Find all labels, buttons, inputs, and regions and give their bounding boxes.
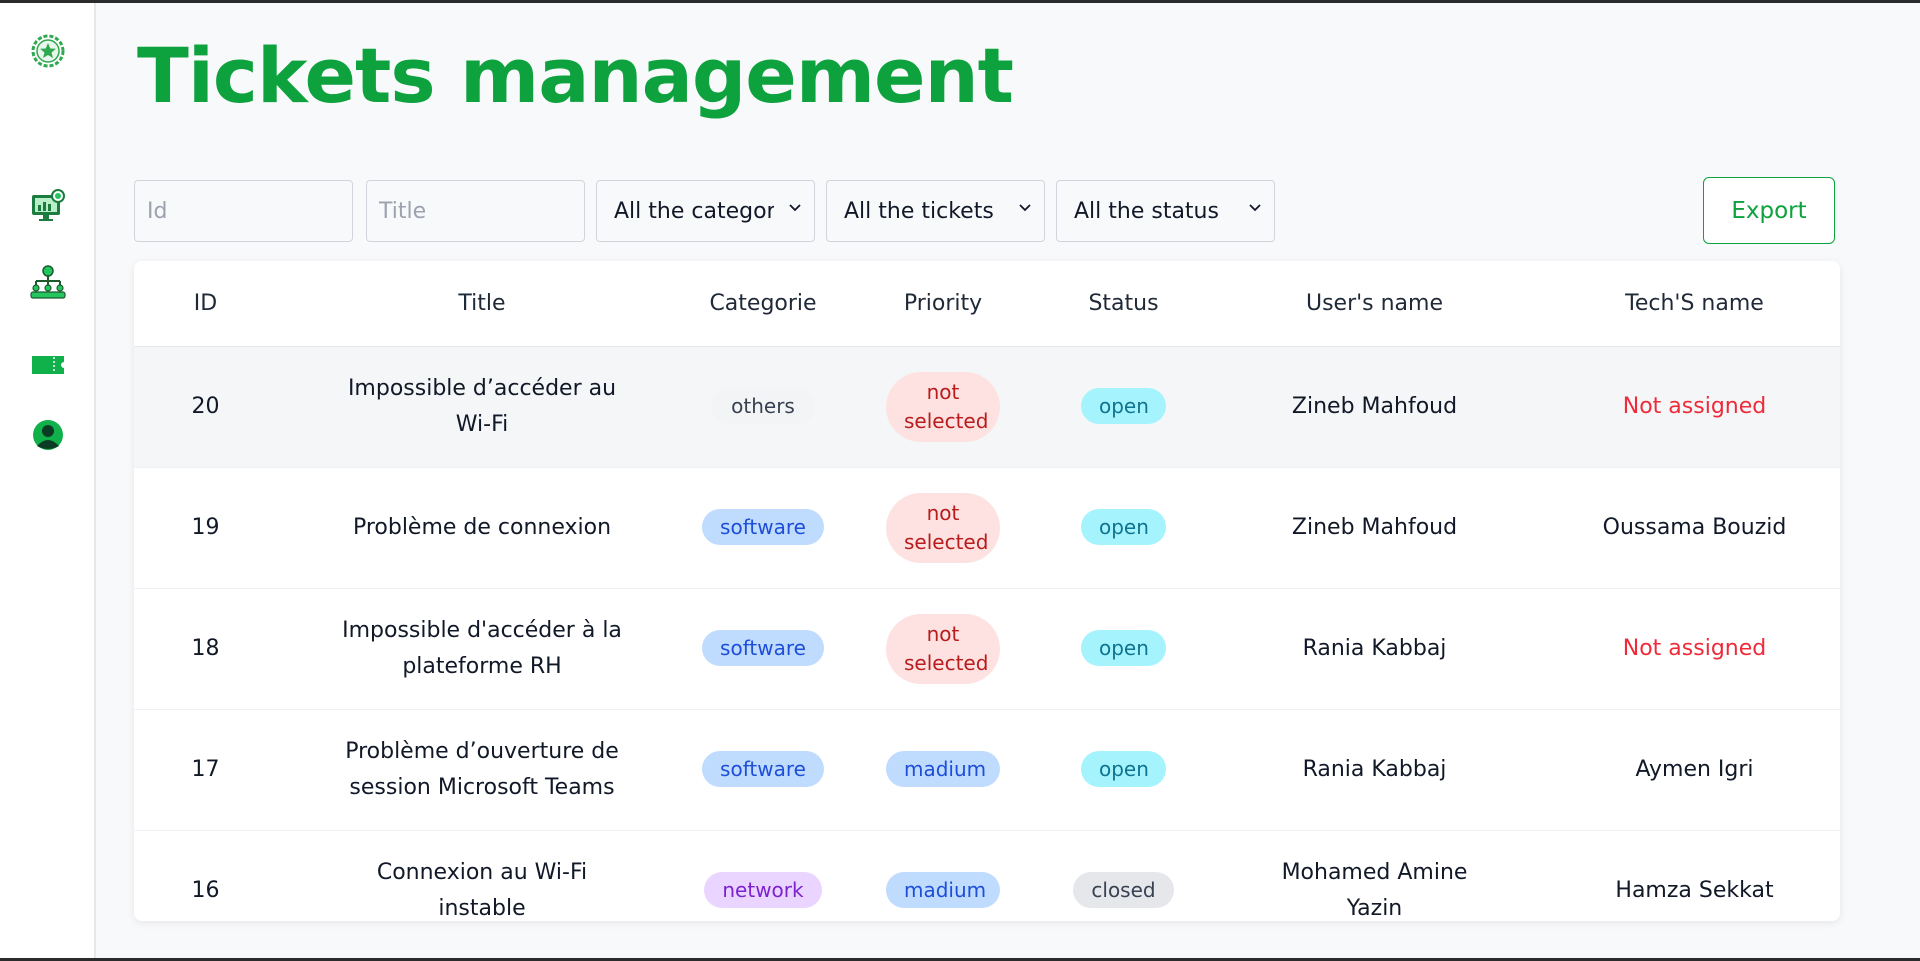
priority-badge: madium: [886, 751, 1000, 788]
chevron-down-icon: [789, 204, 801, 212]
user-name: Rania Kabbaj: [1302, 756, 1447, 782]
ticket-title: Problème de connexion: [352, 514, 612, 540]
sidebar-item-dashboard[interactable]: [28, 187, 68, 227]
ticket-title: Impossible d'accéder à la plateforme RH: [342, 618, 622, 679]
tech-name: Hamza Sekkat: [1615, 877, 1774, 903]
tech-name: Not assigned: [1622, 635, 1767, 661]
team-hierarchy-icon: [30, 265, 66, 299]
status-badge: open: [1081, 630, 1166, 667]
column-header-tech-name[interactable]: Tech'S name: [1549, 261, 1840, 347]
category-badge: software: [702, 751, 824, 788]
user-name: Mohamed Amine Yazin: [1281, 860, 1468, 921]
priority-badge: not selected: [886, 613, 1000, 684]
tech-name: Oussama Bouzid: [1602, 514, 1787, 540]
window-top-border: [0, 0, 1920, 3]
tickets-filter-select[interactable]: All the tickets: [826, 180, 1045, 242]
ticket-id: 17: [134, 709, 277, 831]
priority-badge: not selected: [886, 492, 1000, 563]
status-filter-value: All the status: [1074, 198, 1219, 224]
user-name: Rania Kabbaj: [1302, 635, 1447, 661]
status-badge: closed: [1073, 872, 1174, 909]
table-row[interactable]: 20 Impossible d’accéder au Wi-Fi others …: [134, 346, 1840, 468]
column-header-priority[interactable]: Priority: [839, 261, 1047, 347]
tech-name: Not assigned: [1622, 393, 1767, 419]
monitor-chart-icon: [32, 189, 65, 221]
tickets-filter-value: All the tickets: [844, 198, 994, 224]
user-name: Zineb Mahfoud: [1291, 514, 1458, 540]
table-row[interactable]: 17 Problème d’ouverture de session Micro…: [134, 709, 1840, 831]
category-badge: others: [711, 388, 815, 425]
status-badge: open: [1081, 388, 1166, 425]
category-badge: software: [702, 630, 824, 667]
column-header-category[interactable]: Categorie: [687, 261, 839, 347]
user-avatar-icon: [33, 420, 63, 450]
status-filter-select[interactable]: All the status: [1056, 180, 1275, 242]
sidebar-item-team[interactable]: [28, 262, 68, 302]
status-badge: open: [1081, 751, 1166, 788]
tech-name: Aymen Igri: [1635, 756, 1754, 782]
ticket-id: 20: [134, 346, 277, 468]
page-title: Tickets management: [137, 31, 1014, 120]
category-badge: software: [702, 509, 824, 546]
column-header-title[interactable]: Title: [277, 261, 687, 347]
logo-emblem-icon[interactable]: [28, 31, 68, 71]
category-badge: network: [704, 872, 822, 909]
table-row[interactable]: 19 Problème de connexion software not se…: [134, 467, 1840, 589]
sidebar-item-tickets[interactable]: [28, 345, 68, 385]
ticket-id: 16: [134, 830, 277, 921]
ticket-title: Impossible d’accéder au Wi-Fi: [347, 376, 617, 437]
table-row[interactable]: 16 Connexion au Wi-Fi instable network m…: [134, 830, 1840, 921]
ticket-title: Problème d’ouverture de session Microsof…: [345, 739, 619, 800]
category-filter-select[interactable]: All the categories: [596, 180, 815, 242]
priority-badge: not selected: [886, 371, 1000, 442]
user-name: Zineb Mahfoud: [1291, 393, 1458, 419]
id-filter-input[interactable]: [134, 180, 353, 242]
category-filter-value: All the categories: [614, 198, 774, 224]
tickets-table-card: ID Title Categorie Priority Status User'…: [134, 261, 1840, 921]
ticket-id: 19: [134, 467, 277, 589]
sidebar: [0, 3, 96, 958]
sidebar-item-profile[interactable]: [28, 415, 68, 455]
column-header-status[interactable]: Status: [1047, 261, 1200, 347]
chevron-down-icon: [1019, 204, 1031, 212]
column-header-id[interactable]: ID: [134, 261, 277, 347]
chevron-down-icon: [1249, 204, 1261, 212]
ticket-icon: [32, 356, 64, 374]
table-row[interactable]: 18 Impossible d'accéder à la plateforme …: [134, 588, 1840, 710]
table-header-row: ID Title Categorie Priority Status User'…: [134, 261, 1840, 347]
column-header-user-name[interactable]: User's name: [1200, 261, 1549, 347]
ticket-id: 18: [134, 588, 277, 710]
export-button[interactable]: Export: [1703, 177, 1835, 244]
status-badge: open: [1081, 509, 1166, 546]
title-filter-input[interactable]: [366, 180, 585, 242]
tickets-table: ID Title Categorie Priority Status User'…: [134, 261, 1840, 921]
priority-badge: madium: [886, 872, 1000, 909]
ticket-title: Connexion au Wi-Fi instable: [376, 860, 588, 921]
